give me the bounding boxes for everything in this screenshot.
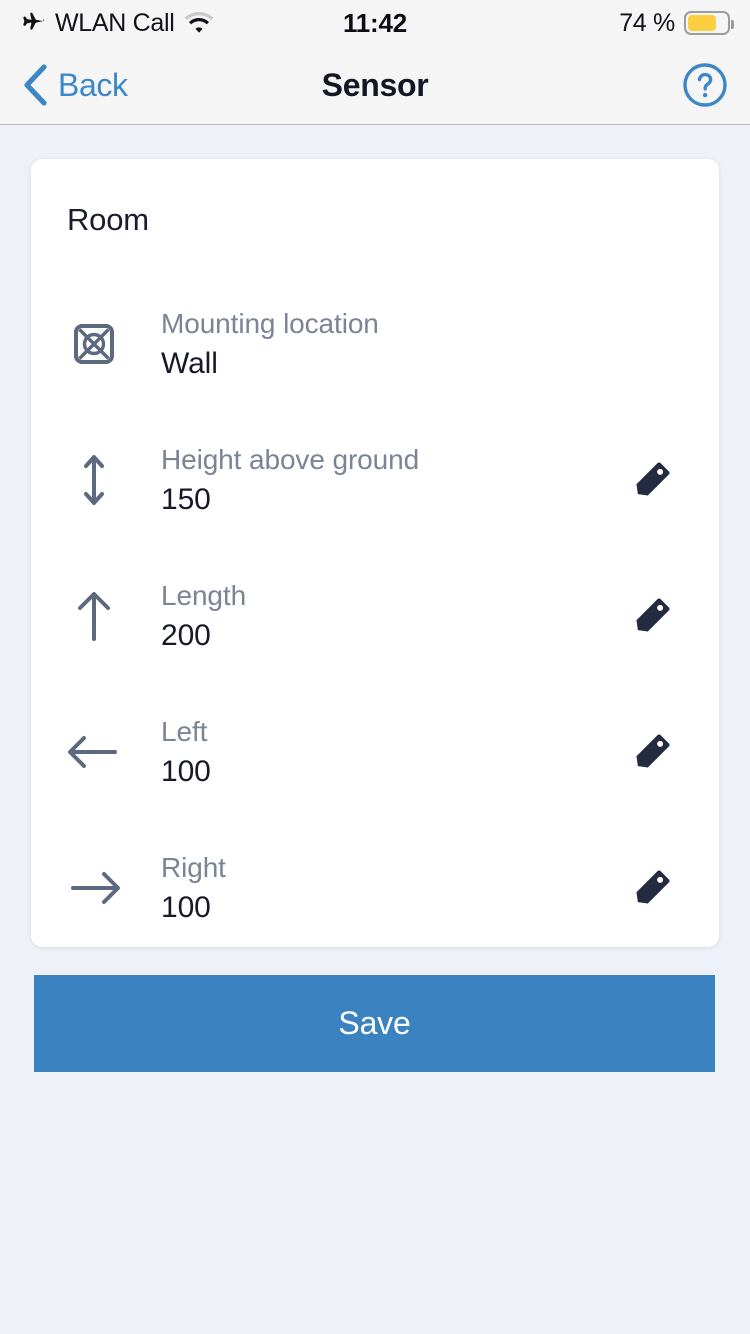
wifi-icon bbox=[184, 12, 214, 34]
row-right[interactable]: Right 100 bbox=[31, 820, 719, 947]
card-title: Room bbox=[67, 202, 149, 237]
carrier-label: WLAN Call bbox=[55, 8, 175, 37]
edit-length-button[interactable] bbox=[621, 592, 683, 640]
airplane-icon bbox=[20, 10, 46, 36]
row-label: Mounting location bbox=[161, 307, 379, 339]
row-label: Left bbox=[161, 715, 208, 747]
battery-icon bbox=[684, 11, 734, 35]
pencil-icon bbox=[628, 728, 676, 776]
edit-height-above-ground-button[interactable] bbox=[621, 456, 683, 504]
arrow-right-icon bbox=[57, 867, 131, 909]
row-value: 100 bbox=[161, 755, 211, 789]
row-text-right: Right 100 bbox=[131, 849, 621, 928]
arrow-left-icon bbox=[57, 731, 131, 773]
row-mounting-location[interactable]: Mounting location Wall bbox=[31, 276, 719, 412]
settings-row-list: Mounting location Wall Height above grou… bbox=[31, 276, 719, 947]
arrow-up-down-icon bbox=[57, 453, 131, 507]
wall-mount-icon bbox=[57, 322, 131, 366]
row-text-left: Left 100 bbox=[131, 713, 621, 792]
row-label: Right bbox=[161, 851, 226, 883]
row-height-above-ground[interactable]: Height above ground 150 bbox=[31, 412, 719, 548]
row-text-height-above-ground: Height above ground 150 bbox=[131, 441, 621, 520]
row-length[interactable]: Length 200 bbox=[31, 548, 719, 684]
edit-right-button[interactable] bbox=[621, 864, 683, 912]
row-value: 200 bbox=[161, 619, 211, 653]
back-button[interactable]: Back bbox=[22, 64, 128, 106]
arrow-up-icon bbox=[57, 589, 131, 643]
chevron-left-icon bbox=[22, 64, 48, 106]
pencil-icon bbox=[628, 864, 676, 912]
row-value: 100 bbox=[161, 891, 211, 925]
help-button[interactable] bbox=[682, 62, 728, 108]
question-circle-icon bbox=[682, 62, 728, 108]
status-bar-left: WLAN Call bbox=[20, 9, 214, 38]
battery-fill bbox=[688, 15, 717, 31]
back-button-label: Back bbox=[58, 66, 128, 103]
row-text-length: Length 200 bbox=[131, 577, 621, 656]
pencil-icon bbox=[628, 456, 676, 504]
row-text-mounting-location: Mounting location Wall bbox=[131, 305, 621, 384]
status-bar-right: 74 % bbox=[619, 8, 734, 38]
battery-percent-label: 74 % bbox=[619, 8, 675, 37]
row-label: Height above ground bbox=[161, 443, 420, 475]
navigation-bar: Back Sensor bbox=[0, 46, 750, 125]
pencil-icon bbox=[628, 592, 676, 640]
edit-left-button[interactable] bbox=[621, 728, 683, 776]
status-bar: WLAN Call 11:42 74 % bbox=[0, 0, 750, 46]
app-screen: WLAN Call 11:42 74 % Back Sensor Room Mo… bbox=[0, 0, 750, 1334]
row-value: Wall bbox=[161, 347, 218, 381]
save-button[interactable]: Save bbox=[34, 975, 715, 1072]
row-label: Length bbox=[161, 579, 247, 611]
row-left[interactable]: Left 100 bbox=[31, 684, 719, 820]
row-value: 150 bbox=[161, 483, 211, 517]
room-settings-card: Room Mounting location Wall Height above… bbox=[31, 159, 719, 947]
